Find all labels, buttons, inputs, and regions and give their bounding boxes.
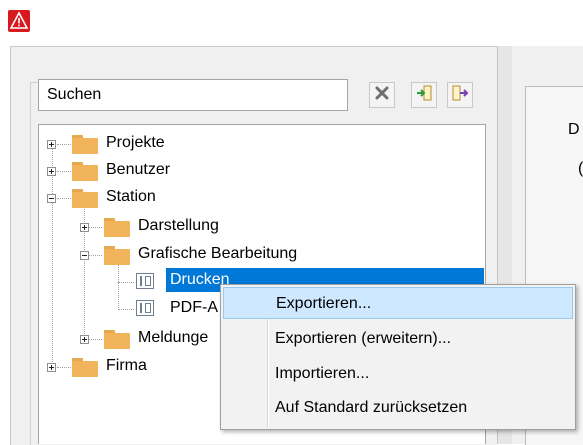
folder-icon: [104, 217, 130, 237]
folder-icon: [104, 329, 130, 349]
expand-toggle[interactable]: [47, 167, 56, 176]
expand-toggle[interactable]: [47, 140, 56, 149]
document-icon: [136, 299, 156, 319]
context-menu: Exportieren... Exportieren (erweitern)..…: [220, 284, 576, 430]
tree-connector: [89, 227, 102, 228]
clear-search-button[interactable]: [369, 82, 395, 108]
detail-group-label: D: [566, 121, 582, 139]
menu-item-export[interactable]: Exportieren...: [223, 287, 573, 319]
tree-connector: [118, 262, 119, 310]
folder-icon: [104, 245, 130, 265]
collapse-toggle[interactable]: [47, 194, 56, 203]
expand-toggle[interactable]: [80, 223, 89, 232]
tree-connector: [89, 339, 102, 340]
folder-icon: [72, 161, 98, 181]
tree-connector: [118, 282, 134, 283]
folder-icon: [72, 188, 98, 208]
tree-connector: [89, 255, 102, 256]
export-arrow-icon: [451, 84, 469, 107]
menu-item-reset-default[interactable]: Auf Standard zurücksetzen: [223, 392, 573, 424]
tree-connector: [57, 144, 71, 145]
tree-connector: [57, 367, 71, 368]
tree-connector: [52, 148, 53, 370]
search-input[interactable]: [38, 79, 348, 111]
menu-item-import[interactable]: Importieren...: [223, 358, 573, 390]
tree-connector: [118, 309, 134, 310]
title-bar: [0, 0, 583, 42]
detail-option-glyph: (: [578, 160, 583, 177]
export-button[interactable]: [447, 82, 473, 108]
clear-x-icon: [375, 86, 389, 105]
folder-icon: [72, 134, 98, 154]
tree-connector: [57, 198, 71, 199]
warning-triangle-icon: [8, 10, 30, 32]
import-arrow-icon: [415, 84, 433, 107]
collapse-toggle[interactable]: [80, 251, 89, 260]
expand-toggle[interactable]: [47, 363, 56, 372]
folder-icon: [72, 357, 98, 377]
expand-toggle[interactable]: [80, 335, 89, 344]
document-icon: [136, 272, 156, 292]
import-button[interactable]: [411, 82, 437, 108]
tree-connector: [57, 171, 71, 172]
menu-item-export-extended[interactable]: Exportieren (erweitern)...: [223, 323, 573, 355]
